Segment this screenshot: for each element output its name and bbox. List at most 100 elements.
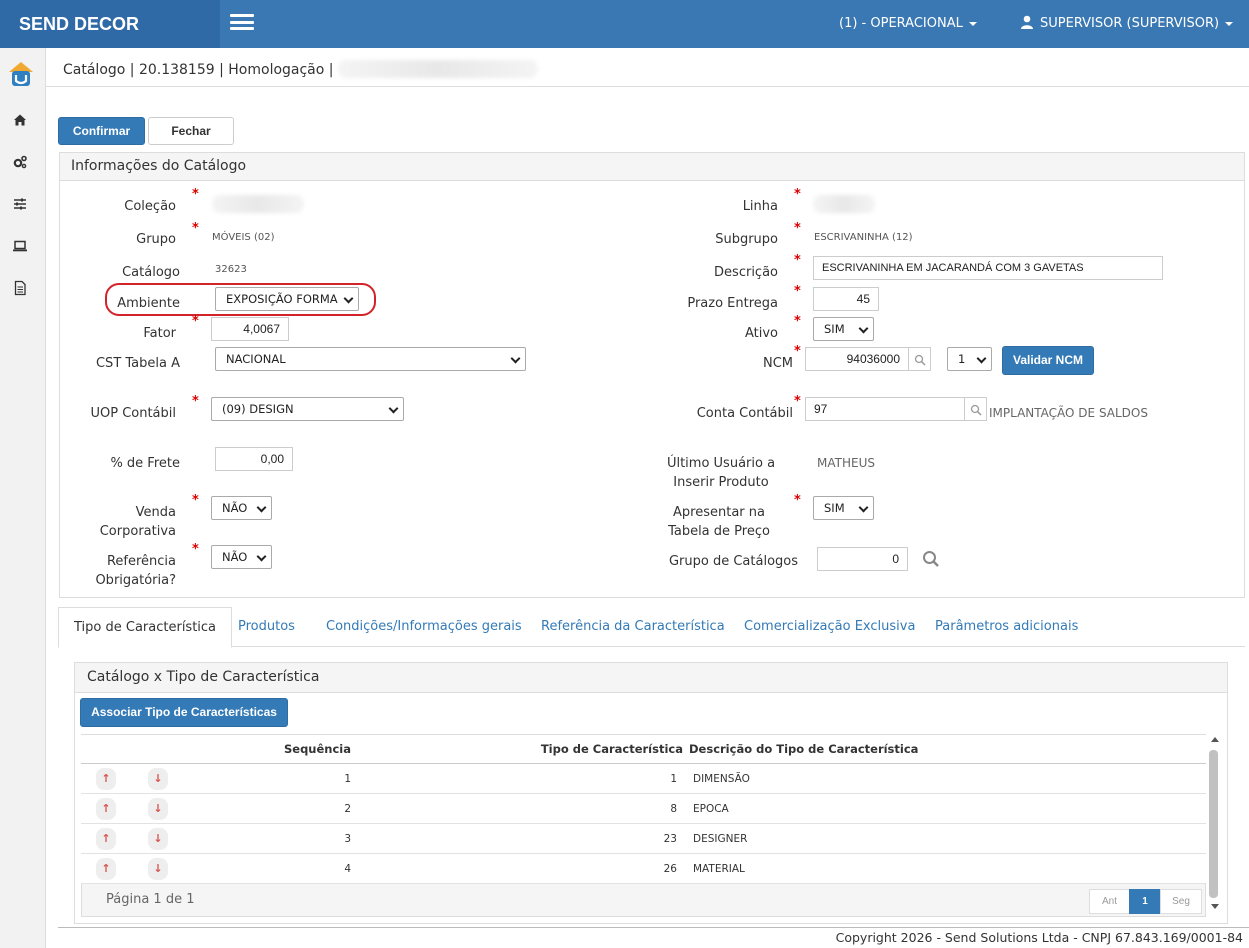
conta-search-button[interactable] [965,397,987,421]
tab-produtos[interactable]: Produtos [238,607,295,647]
catalog-info-panel: Informações do Catálogo [59,152,1245,598]
required-mark: * [794,344,801,359]
home-icon[interactable] [12,112,28,128]
col-up [81,734,131,764]
cst-select[interactable]: NACIONAL [215,347,526,371]
cell-tipo: 8 [351,793,683,824]
grupo-catalogos-input[interactable]: 0 [817,547,908,571]
move-up-button[interactable]: ↑ [96,767,116,790]
grupo-value: MÓVEIS (02) [212,232,275,243]
cell-sequencia: 1 [181,763,351,794]
brand-logo[interactable]: SEND DECOR [0,0,220,48]
move-up-button[interactable]: ↑ [96,827,116,850]
ncm-seq-select[interactable]: 1 [947,347,992,371]
referencia-label: Referência Obrigatória? [80,552,176,590]
ativo-select[interactable]: SIM [813,317,874,341]
tab-referencia[interactable]: Referência da Característica [541,607,725,647]
laptop-icon[interactable] [12,238,28,254]
cst-selected: NACIONAL [226,352,286,366]
menu-toggle-icon[interactable] [230,14,254,32]
breadcrumb: Catálogo | 20.138159 | Homologação | [63,60,538,78]
apresentar-label-line1: Apresentar na [673,505,765,520]
footer-copyright: Copyright 2026 - Send Solutions Ltda - C… [835,930,1243,945]
referencia-label-line1: Referência [106,554,176,569]
tab-tipo-caracteristica[interactable]: Tipo de Característica [58,607,233,648]
venda-label: Venda Corporativa [99,505,176,539]
document-icon[interactable] [12,280,28,296]
referencia-select[interactable]: NÃO [211,545,272,569]
tab-parametros[interactable]: Parâmetros adicionais [935,607,1078,647]
required-mark: * [192,542,199,557]
associate-button[interactable]: Associar Tipo de Características [80,698,288,727]
move-up-button[interactable]: ↑ [96,857,116,880]
required-mark: * [794,187,801,202]
prev-page-button[interactable]: Ant [1089,889,1130,914]
required-mark: * [794,394,801,409]
prazo-input[interactable]: 45 [813,287,879,311]
move-down-button[interactable]: ↓ [148,857,168,880]
validar-ncm-button[interactable]: Validar NCM [1002,346,1094,375]
ambiente-select[interactable]: EXPOSIÇÃO FORMA [215,287,359,311]
conta-description: IMPLANTAÇÃO DE SALDOS [989,406,1148,420]
required-mark: * [794,221,801,236]
move-up-button[interactable]: ↑ [96,797,116,820]
col-sequencia[interactable]: Sequência [181,734,351,764]
next-page-button[interactable]: Seg [1160,889,1202,914]
apresentar-label-line2: Tabela de Preço [668,524,770,539]
move-down-button[interactable]: ↓ [148,767,168,790]
user-dropdown[interactable]: SUPERVISOR (SUPERVISOR) [1020,0,1234,48]
ncm-search-button[interactable] [909,347,931,371]
close-button[interactable]: Fechar [148,117,234,145]
table-row: ↑ ↓ 3 23 DESIGNER [81,823,1206,854]
ultimo-usuario-value: MATHEUS [817,456,875,470]
conta-input[interactable]: 97 [805,397,965,421]
move-down-button[interactable]: ↓ [148,827,168,850]
characteristics-title: Catálogo x Tipo de Característica [75,663,1227,693]
frete-input[interactable]: 0,00 [215,447,293,471]
sliders-icon[interactable] [12,196,28,212]
chevron-down-icon [858,323,869,334]
user-icon [1021,15,1033,29]
move-down-button[interactable]: ↓ [148,797,168,820]
uop-selected: (09) DESIGN [222,402,294,416]
tab-condicoes[interactable]: Condições/Informações gerais [326,607,522,647]
current-page-button[interactable]: 1 [1129,889,1161,914]
cell-descricao: DESIGNER [683,823,1206,854]
scroll-down-icon[interactable] [1211,904,1219,909]
cell-sequencia: 3 [181,823,351,854]
user-label: SUPERVISOR (SUPERVISOR) [1040,16,1220,31]
colecao-label: Coleção [124,199,176,214]
col-descricao[interactable]: Descrição do Tipo de Característica [683,734,1206,764]
cell-sequencia: 4 [181,853,351,884]
subgrupo-label: Subgrupo [715,232,778,247]
descricao-input[interactable]: ESCRIVANINHA EM JACARANDÁ COM 3 GAVETAS [813,256,1163,280]
venda-select[interactable]: NÃO [211,496,272,520]
tab-comercializacao[interactable]: Comercialização Exclusiva [744,607,915,647]
cell-sequencia: 2 [181,793,351,824]
catalogo-label: Catálogo [122,265,180,280]
frete-label: % de Frete [110,456,180,471]
page-info: Página 1 de 1 [106,892,195,907]
required-mark: * [192,314,199,329]
required-mark: * [794,253,801,268]
apresentar-select[interactable]: SIM [813,496,874,520]
scroll-thumb[interactable] [1209,750,1218,898]
app-logo-icon[interactable] [7,60,35,88]
uop-label: UOP Contábil [90,406,176,421]
confirm-button[interactable]: Confirmar [58,117,145,145]
operation-dropdown[interactable]: (1) - OPERACIONAL [839,0,977,48]
col-down [131,734,181,764]
ncm-input[interactable]: 94036000 [805,347,909,371]
fator-input[interactable]: 4,0067 [211,317,289,341]
uop-select[interactable]: (09) DESIGN [211,397,404,421]
cst-label: CST Tabela A [95,356,180,371]
ativo-selected: SIM [824,322,845,336]
table-scrollbar[interactable] [1208,734,1220,916]
redacted-text [337,60,538,78]
required-mark: * [192,394,199,409]
cogs-icon[interactable] [12,154,28,170]
col-tipo[interactable]: Tipo de Característica [351,734,683,764]
required-mark: * [192,187,199,202]
search-icon[interactable] [922,550,940,568]
scroll-up-icon[interactable] [1211,737,1219,742]
